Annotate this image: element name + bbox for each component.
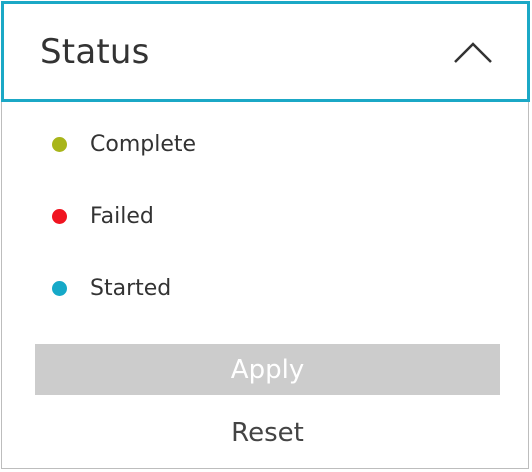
chevron-up-icon[interactable]: [453, 40, 493, 64]
status-option-complete[interactable]: Complete: [52, 122, 196, 166]
status-dot-icon: [52, 208, 67, 224]
reset-button[interactable]: Reset: [35, 410, 500, 456]
status-option-started[interactable]: Started: [52, 266, 196, 310]
status-option-label: Complete: [90, 131, 197, 157]
status-option-failed[interactable]: Failed: [52, 194, 196, 238]
status-options-list: Complete Failed Started: [52, 122, 196, 310]
status-option-label: Failed: [90, 203, 154, 229]
status-filter-header[interactable]: Status: [1, 1, 530, 102]
status-dot-icon: [52, 280, 67, 296]
status-dot-icon: [52, 136, 67, 152]
filter-title: Status: [40, 31, 150, 72]
status-option-label: Started: [90, 275, 172, 301]
apply-button[interactable]: Apply: [35, 344, 500, 395]
